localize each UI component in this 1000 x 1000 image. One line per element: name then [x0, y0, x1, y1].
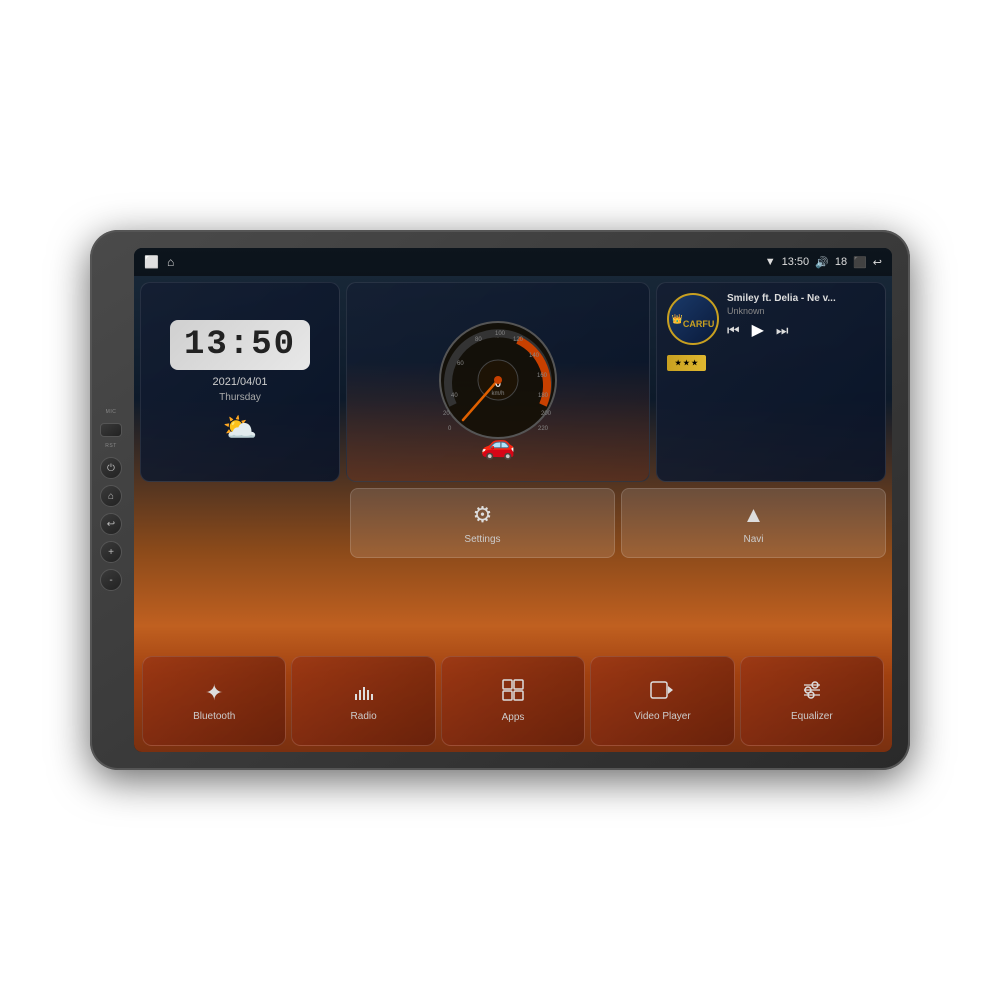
speedo-gauge: 100 100 40 60 80	[433, 315, 563, 450]
app-bar: ✦ Bluetooth R	[140, 656, 886, 746]
apps-label: Apps	[502, 712, 525, 723]
music-controls: ⏮ ▶ ⏭	[727, 320, 875, 340]
volume-level: 18	[835, 256, 847, 268]
rating-ribbon: ★ ★ ★	[667, 355, 706, 371]
music-top: 👑 CARFU Smiley ft. Delia - Ne v... Unkno…	[667, 293, 875, 345]
screen-content: ⬜ ⌂ ▼ 13:50 🔊 18 ⬛ ↩	[134, 248, 892, 752]
settings-label: Settings	[464, 534, 500, 545]
multitask-icon: ⬛	[853, 256, 867, 269]
navi-button[interactable]: ▲ Navi	[621, 488, 886, 558]
back-icon: ↩	[873, 256, 882, 269]
clock-day: Thursday	[219, 392, 261, 403]
prev-button[interactable]: ⏮	[727, 322, 740, 339]
window-icon: ⬜	[144, 255, 159, 269]
svg-text:180: 180	[538, 393, 549, 399]
svg-text:200: 200	[541, 411, 552, 417]
clock-time: 13:50	[184, 326, 296, 364]
music-artist: Unknown	[727, 306, 875, 316]
side-controls: MIC RST ⏻ ⌂ ↩ + -	[100, 409, 122, 591]
vol-down-button[interactable]: -	[100, 569, 122, 591]
equalizer-icon	[801, 680, 823, 706]
car-head-unit: MIC RST ⏻ ⌂ ↩ + - ⬜ ⌂ ▼ 13:50 🔊 18 ⬛	[90, 230, 910, 770]
equalizer-button[interactable]: Equalizer	[740, 656, 884, 746]
svg-text:0: 0	[448, 426, 452, 432]
settings-button[interactable]: ⚙ Settings	[350, 488, 615, 558]
svg-text:220: 220	[538, 426, 549, 432]
status-bar: ⬜ ⌂ ▼ 13:50 🔊 18 ⬛ ↩	[134, 248, 892, 276]
video-button[interactable]: Video Player	[590, 656, 734, 746]
clock-date: 2021/04/01	[212, 376, 267, 388]
status-left: ⬜ ⌂	[144, 255, 174, 269]
music-info: Smiley ft. Delia - Ne v... Unknown ⏮ ▶ ⏭	[727, 293, 875, 340]
weather-icon: ⛅	[223, 411, 258, 444]
main-content: 13:50 2021/04/01 Thursday ⛅ 🚗	[134, 276, 892, 752]
equalizer-label: Equalizer	[791, 711, 833, 722]
power-button[interactable]: ⏻	[100, 457, 122, 479]
settings-icon: ⚙	[473, 502, 493, 528]
apps-icon	[502, 679, 524, 707]
radio-icon	[353, 680, 375, 706]
vol-up-button[interactable]: +	[100, 541, 122, 563]
bluetooth-icon: ✦	[205, 680, 223, 706]
svg-text:140: 140	[529, 353, 540, 359]
quick-actions-row: ⚙ Settings ▲ Navi	[350, 488, 886, 558]
svg-text:40: 40	[451, 393, 458, 399]
apps-button[interactable]: Apps	[441, 656, 585, 746]
svg-text:160: 160	[537, 373, 548, 379]
status-right: ▼ 13:50 🔊 18 ⬛ ↩	[765, 256, 882, 269]
clock-display: 13:50	[170, 320, 310, 370]
play-button[interactable]: ▶	[752, 320, 764, 340]
radio-button[interactable]: Radio	[291, 656, 435, 746]
crown-icon: 👑	[672, 314, 683, 325]
mic-label: MIC	[106, 409, 117, 415]
screen: ⬜ ⌂ ▼ 13:50 🔊 18 ⬛ ↩	[134, 248, 892, 752]
back-side-button[interactable]: ↩	[100, 513, 122, 535]
clock-widget: 13:50 2021/04/01 Thursday ⛅	[140, 282, 340, 482]
music-widget: 👑 CARFU Smiley ft. Delia - Ne v... Unkno…	[656, 282, 886, 482]
gauge-svg: 100 100 40 60 80	[433, 315, 563, 445]
video-icon	[650, 680, 674, 706]
badge-row: ★ ★ ★	[667, 355, 875, 371]
next-button[interactable]: ⏭	[776, 322, 789, 339]
navi-icon: ▲	[743, 502, 765, 528]
music-logo: 👑 CARFU	[667, 293, 719, 345]
svg-text:80: 80	[475, 337, 482, 343]
svg-text:120: 120	[513, 337, 524, 343]
bluetooth-label: Bluetooth	[193, 711, 235, 722]
wifi-icon: ▼	[765, 256, 776, 268]
rst-label: RST	[105, 443, 117, 449]
svg-text:100: 100	[495, 331, 506, 337]
volume-icon: 🔊	[815, 256, 829, 269]
bluetooth-button[interactable]: ✦ Bluetooth	[142, 656, 286, 746]
svg-text:km/h: km/h	[491, 391, 504, 397]
music-title: Smiley ft. Delia - Ne v...	[727, 293, 875, 304]
home-side-button[interactable]: ⌂	[100, 485, 122, 507]
radio-label: Radio	[351, 711, 377, 722]
music-logo-wrapper: 👑 CARFU	[667, 293, 719, 345]
video-label: Video Player	[634, 711, 691, 722]
status-time: 13:50	[782, 256, 810, 268]
speedometer-widget: 🚗 100 100	[346, 282, 650, 482]
svg-text:20: 20	[443, 411, 450, 417]
home-status-icon: ⌂	[167, 255, 174, 269]
svg-text:60: 60	[457, 361, 464, 367]
top-row: 13:50 2021/04/01 Thursday ⛅ 🚗	[140, 282, 886, 482]
navi-label: Navi	[743, 534, 763, 545]
rst-button[interactable]	[100, 423, 122, 437]
